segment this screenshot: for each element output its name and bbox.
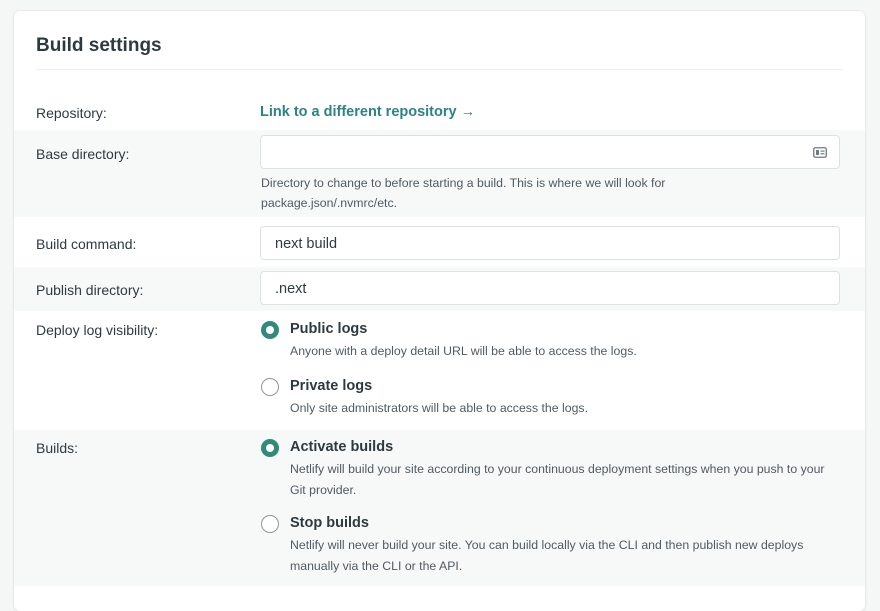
publish-directory-label: Publish directory: [36, 282, 144, 298]
title-divider [36, 69, 843, 70]
repository-label: Repository: [36, 105, 107, 121]
build-command-value: next build [275, 236, 338, 252]
publish-directory-row: Publish directory: .next [14, 267, 865, 311]
text-field-icon [813, 147, 827, 158]
public-logs-title[interactable]: Public logs [290, 321, 367, 337]
base-directory-help: Directory to change to before starting a… [261, 176, 666, 210]
stop-builds-title[interactable]: Stop builds [290, 515, 369, 531]
base-directory-row: Base directory: Directory to change to b… [14, 130, 865, 217]
build-command-row: Build command: next build [14, 217, 865, 269]
build-command-input[interactable]: next build [260, 226, 840, 260]
radio-activate-builds[interactable] [261, 439, 279, 457]
activate-builds-description: Netlify will build your site according t… [290, 462, 825, 497]
section-title: Build settings [36, 35, 162, 56]
private-logs-title[interactable]: Private logs [290, 378, 372, 394]
stop-builds-description: Netlify will never build your site. You … [290, 538, 804, 573]
base-directory-label: Base directory: [36, 146, 130, 162]
public-logs-description: Anyone with a deploy detail URL will be … [290, 344, 637, 358]
base-directory-input[interactable] [260, 135, 840, 169]
deploy-log-visibility-row: Deploy log visibility: Public logs Anyon… [14, 311, 865, 430]
radio-public-logs[interactable] [261, 321, 279, 339]
activate-builds-title[interactable]: Activate builds [290, 439, 393, 455]
publish-directory-value: .next [275, 281, 307, 297]
build-settings-card: Build settings Repository: Link to a dif… [14, 11, 865, 611]
deploy-log-visibility-label: Deploy log visibility: [36, 322, 159, 338]
radio-stop-builds[interactable] [261, 515, 279, 533]
link-different-repository[interactable]: Link to a different repository → [260, 104, 475, 120]
publish-directory-input[interactable]: .next [260, 271, 840, 305]
private-logs-description: Only site administrators will be able to… [290, 401, 588, 415]
builds-row: Builds: Activate builds Netlify will bui… [14, 430, 865, 586]
builds-label: Builds: [36, 440, 79, 456]
radio-private-logs[interactable] [261, 378, 279, 396]
build-command-label: Build command: [36, 236, 137, 252]
